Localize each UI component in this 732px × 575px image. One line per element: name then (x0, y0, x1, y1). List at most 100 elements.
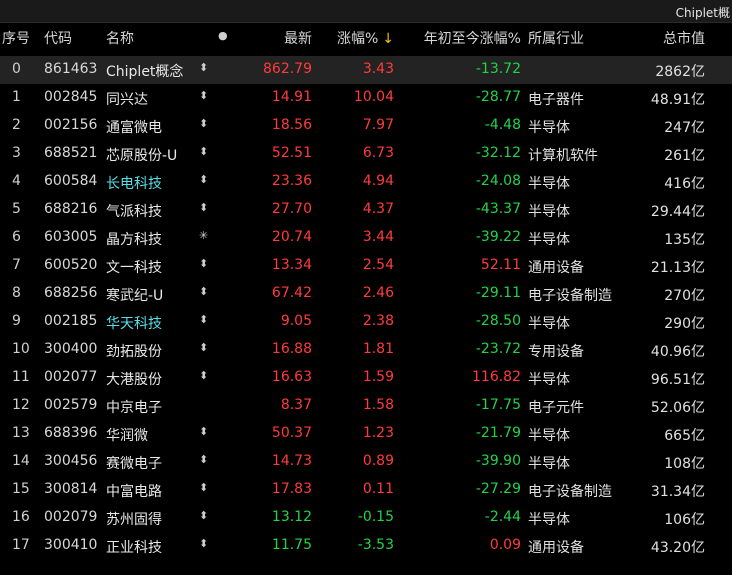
row-code: 002185 (44, 313, 98, 329)
table-row[interactable]: 5 688216 气派科技 ⬍ 27.70 4.37 -43.37 半导体 29.44亿 (0, 196, 732, 224)
row-industry: 专用设备 (528, 344, 584, 360)
row-industry: 电子设备制造 (528, 288, 612, 304)
header-seq[interactable]: 序号 (2, 28, 30, 48)
row-code: 300814 (44, 481, 98, 497)
row-change: 2.46 (362, 285, 394, 301)
row-mark-icon: ⬍ (199, 117, 209, 130)
row-name: 晶方科技 (106, 232, 162, 248)
row-code: 603005 (44, 229, 98, 245)
table-row[interactable]: 0 861463 Chiplet概念 ⬍ 862.79 3.43 -13.72 2862亿 (0, 56, 732, 84)
table-row[interactable]: 10 300400 劲拓股份 ⬍ 16.88 1.81 -23.72 专用设备 40.96亿 (0, 336, 732, 364)
row-price: 9.05 (280, 313, 312, 329)
table-row[interactable]: 9 002185 华天科技 ⬍ 9.05 2.38 -28.50 半导体 290亿 (0, 308, 732, 336)
row-change: 10.04 (353, 89, 394, 105)
row-market-cap: 29.44亿 (650, 204, 705, 220)
title-bar: Chiplet概 (0, 0, 732, 23)
row-code: 600584 (44, 173, 98, 189)
row-mark-icon: ⬍ (199, 537, 209, 550)
row-seq: 15 (12, 481, 30, 497)
table-row[interactable]: 16 002079 苏州固得 ⬍ 13.12 -0.15 -2.44 半导体 106亿 (0, 504, 732, 532)
row-seq: 10 (12, 341, 30, 357)
row-code: 688256 (44, 285, 98, 301)
row-mark-icon: ⬍ (199, 313, 209, 326)
row-price: 11.75 (271, 537, 312, 553)
row-price: 16.63 (271, 369, 312, 385)
row-seq: 6 (12, 229, 21, 245)
row-code: 002579 (44, 397, 98, 413)
row-price: 20.74 (271, 229, 312, 245)
row-change: -3.53 (357, 537, 394, 553)
row-industry: 半导体 (528, 428, 570, 444)
row-industry: 电子设备制造 (528, 484, 612, 500)
row-mark-icon: ⬍ (199, 61, 209, 74)
row-seq: 5 (12, 201, 21, 217)
row-change: 2.38 (362, 313, 394, 329)
row-industry: 半导体 (528, 316, 570, 332)
dot-icon[interactable]: ● (218, 29, 228, 42)
table-row[interactable]: 7 600520 文一科技 ⬍ 13.34 2.54 52.11 通用设备 21.13亿 (0, 252, 732, 280)
row-name: 大港股份 (106, 372, 162, 388)
header-market-cap[interactable]: 总市值 (663, 28, 705, 48)
row-seq: 12 (12, 397, 30, 413)
row-ytd: -24.08 (475, 173, 521, 189)
table-row[interactable]: 6 603005 晶方科技 ✳ 20.74 3.44 -39.22 半导体 135亿 (0, 224, 732, 252)
row-change: 3.43 (362, 61, 394, 77)
row-industry: 通用设备 (528, 540, 584, 556)
row-name: 劲拓股份 (106, 344, 162, 360)
row-industry: 电子元件 (528, 400, 584, 416)
table-row[interactable]: 4 600584 长电科技 ⬍ 23.36 4.94 -24.08 半导体 416亿 (0, 168, 732, 196)
row-market-cap: 40.96亿 (650, 344, 705, 360)
header-ytd[interactable]: 年初至今涨幅% (424, 28, 521, 48)
row-ytd: 0.09 (489, 537, 521, 553)
row-mark-icon: ⬍ (199, 173, 209, 186)
table-row[interactable]: 8 688256 寒武纪-U ⬍ 67.42 2.46 -29.11 电子设备制造 270亿 (0, 280, 732, 308)
header-industry[interactable]: 所属行业 (528, 28, 584, 48)
table-row[interactable]: 12 002579 中京电子 8.37 1.58 -17.75 电子元件 52.06亿 (0, 392, 732, 420)
row-market-cap: 290亿 (664, 316, 705, 332)
row-industry: 半导体 (528, 204, 570, 220)
header-name[interactable]: 名称 (106, 28, 134, 48)
table-row[interactable]: 14 300456 赛微电子 ⬍ 14.73 0.89 -39.90 半导体 108亿 (0, 448, 732, 476)
row-seq: 7 (12, 257, 21, 273)
row-price: 52.51 (271, 145, 312, 161)
table-row[interactable]: 3 688521 芯原股份-U ⬍ 52.51 6.73 -32.12 计算机软件 261亿 (0, 140, 732, 168)
row-market-cap: 2862亿 (655, 64, 705, 80)
row-mark-icon: ⬍ (199, 89, 209, 102)
row-market-cap: 106亿 (664, 512, 705, 528)
row-industry: 半导体 (528, 512, 570, 528)
row-mark-icon: ⬍ (199, 453, 209, 466)
row-name: 赛微电子 (106, 456, 162, 472)
row-industry: 半导体 (528, 120, 570, 136)
row-change: 1.59 (362, 369, 394, 385)
row-name: 正业科技 (106, 540, 162, 556)
row-change: 0.11 (362, 481, 394, 497)
row-market-cap: 48.91亿 (650, 92, 705, 108)
row-price: 18.56 (271, 117, 312, 133)
row-market-cap: 270亿 (664, 288, 705, 304)
row-ytd: -29.11 (475, 285, 521, 301)
row-seq: 4 (12, 173, 21, 189)
header-change[interactable]: 涨幅% ↓ (337, 28, 394, 48)
table-row[interactable]: 15 300814 中富电路 ⬍ 17.83 0.11 -27.29 电子设备制造 31.34亿 (0, 476, 732, 504)
row-mark-icon: ✳ (199, 229, 209, 242)
row-change: 3.44 (362, 229, 394, 245)
row-seq: 8 (12, 285, 21, 301)
row-market-cap: 52.06亿 (650, 400, 705, 416)
row-change: 4.94 (362, 173, 394, 189)
row-price: 67.42 (271, 285, 312, 301)
table-row[interactable]: 1 002845 同兴达 ⬍ 14.91 10.04 -28.77 电子器件 48.91亿 (0, 84, 732, 112)
table-row[interactable]: 2 002156 通富微电 ⬍ 18.56 7.97 -4.48 半导体 247亿 (0, 112, 732, 140)
row-name: 寒武纪-U (106, 288, 164, 304)
row-ytd: -28.77 (475, 89, 521, 105)
header-price[interactable]: 最新 (284, 28, 312, 48)
row-name: 中富电路 (106, 484, 162, 500)
table-row[interactable]: 17 300410 正业科技 ⬍ 11.75 -3.53 0.09 通用设备 43.20亿 (0, 532, 732, 560)
row-mark-icon: ⬍ (199, 341, 209, 354)
table-row[interactable]: 11 002077 大港股份 ⬍ 16.63 1.59 116.82 半导体 96.51亿 (0, 364, 732, 392)
row-market-cap: 43.20亿 (650, 540, 705, 556)
header-code[interactable]: 代码 (44, 28, 72, 48)
row-ytd: -13.72 (475, 61, 521, 77)
row-name: Chiplet概念 (106, 64, 184, 80)
table-row[interactable]: 13 688396 华润微 ⬍ 50.37 1.23 -21.79 半导体 665亿 (0, 420, 732, 448)
row-ytd: -4.48 (484, 117, 521, 133)
